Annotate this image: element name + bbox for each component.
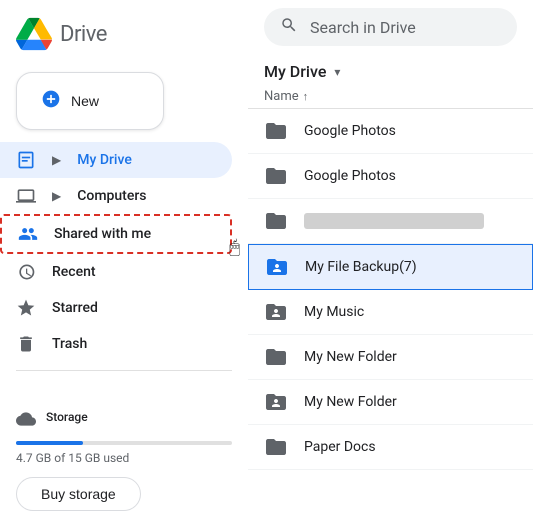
search-icon: [280, 16, 298, 38]
table-row[interactable]: [248, 199, 533, 244]
storage-bar-fill: [16, 441, 83, 445]
column-header: Name ↑: [248, 85, 533, 109]
table-row[interactable]: Google Photos: [248, 154, 533, 199]
computers-icon: [16, 186, 36, 206]
file-name: My Music: [304, 304, 517, 320]
drive-logo-icon: [16, 16, 52, 52]
app-name: Drive: [60, 22, 107, 47]
trash-icon: [16, 334, 36, 354]
recent-icon: [16, 262, 36, 282]
file-name: My New Folder: [304, 349, 517, 365]
buy-storage-button[interactable]: Buy storage: [16, 477, 141, 511]
storage-bar-background: [16, 441, 232, 445]
file-name-redacted: [304, 213, 484, 229]
sidebar-item-trash[interactable]: Trash: [0, 326, 232, 362]
storage-section: Storage 4.7 GB of 15 GB used Buy storage: [0, 393, 248, 527]
storage-cloud-icon: [16, 409, 36, 433]
logo-area: Drive: [0, 8, 248, 68]
shared-folder-icon: [264, 390, 288, 414]
folder-icon: [264, 164, 288, 188]
my-drive-icon: [16, 150, 36, 170]
file-name: My New Folder: [304, 394, 517, 410]
sidebar-item-trash-label: Trash: [52, 336, 87, 352]
table-row[interactable]: My New Folder: [248, 335, 533, 380]
shared-with-me-icon: [18, 224, 38, 244]
sidebar-item-computers-label: Computers: [77, 188, 146, 204]
search-bar[interactable]: Search in Drive: [264, 8, 517, 46]
starred-icon: [16, 298, 36, 318]
table-row[interactable]: My New Folder: [248, 380, 533, 425]
table-row[interactable]: Google Photos: [248, 109, 533, 154]
folder-icon: [264, 435, 288, 459]
table-row[interactable]: My File Backup(7): [248, 244, 533, 290]
my-drive-dropdown-arrow-icon[interactable]: ▾: [334, 65, 340, 79]
sidebar: Drive New ▶ My Drive ▶ Computers: [0, 0, 248, 527]
sidebar-item-shared-with-me-label: Shared with me: [54, 226, 151, 242]
storage-label: Storage: [46, 410, 88, 424]
file-name: Google Photos: [304, 168, 517, 184]
file-name: Google Photos: [304, 123, 517, 139]
search-input-placeholder[interactable]: Search in Drive: [310, 18, 416, 37]
column-name-label: Name: [264, 89, 299, 104]
table-row[interactable]: My Music: [248, 290, 533, 335]
sidebar-item-my-drive[interactable]: ▶ My Drive: [0, 142, 232, 178]
folder-icon: [264, 119, 288, 143]
folder-icon: [264, 209, 288, 233]
my-drive-title[interactable]: My Drive: [264, 62, 326, 81]
shared-folder-icon: [265, 255, 289, 279]
sort-arrow-icon: ↑: [303, 90, 309, 103]
file-list: Google Photos Google Photos My Fi: [248, 109, 533, 527]
new-plus-icon: [41, 89, 61, 113]
file-name: Paper Docs: [304, 439, 517, 455]
cursor-icon: 🖱: [229, 237, 240, 258]
new-button-label: New: [71, 93, 99, 109]
table-row[interactable]: Paper Docs: [248, 425, 533, 470]
sidebar-item-my-drive-label: My Drive: [77, 152, 132, 168]
sidebar-item-starred[interactable]: Starred: [0, 290, 232, 326]
computers-chevron-icon: ▶: [52, 189, 61, 203]
topbar: Search in Drive: [248, 0, 533, 54]
shared-folder-icon: [264, 300, 288, 324]
file-name: My File Backup(7): [305, 259, 516, 275]
drive-header: My Drive ▾: [248, 54, 533, 85]
sidebar-item-shared-with-me[interactable]: Shared with me 🖱: [0, 214, 232, 254]
new-button[interactable]: New: [16, 72, 164, 130]
sidebar-item-starred-label: Starred: [52, 300, 98, 316]
sidebar-item-recent[interactable]: Recent: [0, 254, 232, 290]
main-content: Search in Drive My Drive ▾ Name ↑ Google…: [248, 0, 533, 527]
sidebar-item-computers[interactable]: ▶ Computers: [0, 178, 232, 214]
storage-used-text: 4.7 GB of 15 GB used: [16, 451, 232, 465]
my-drive-chevron-icon: ▶: [52, 153, 61, 167]
sidebar-item-recent-label: Recent: [52, 264, 96, 280]
folder-icon: [264, 345, 288, 369]
